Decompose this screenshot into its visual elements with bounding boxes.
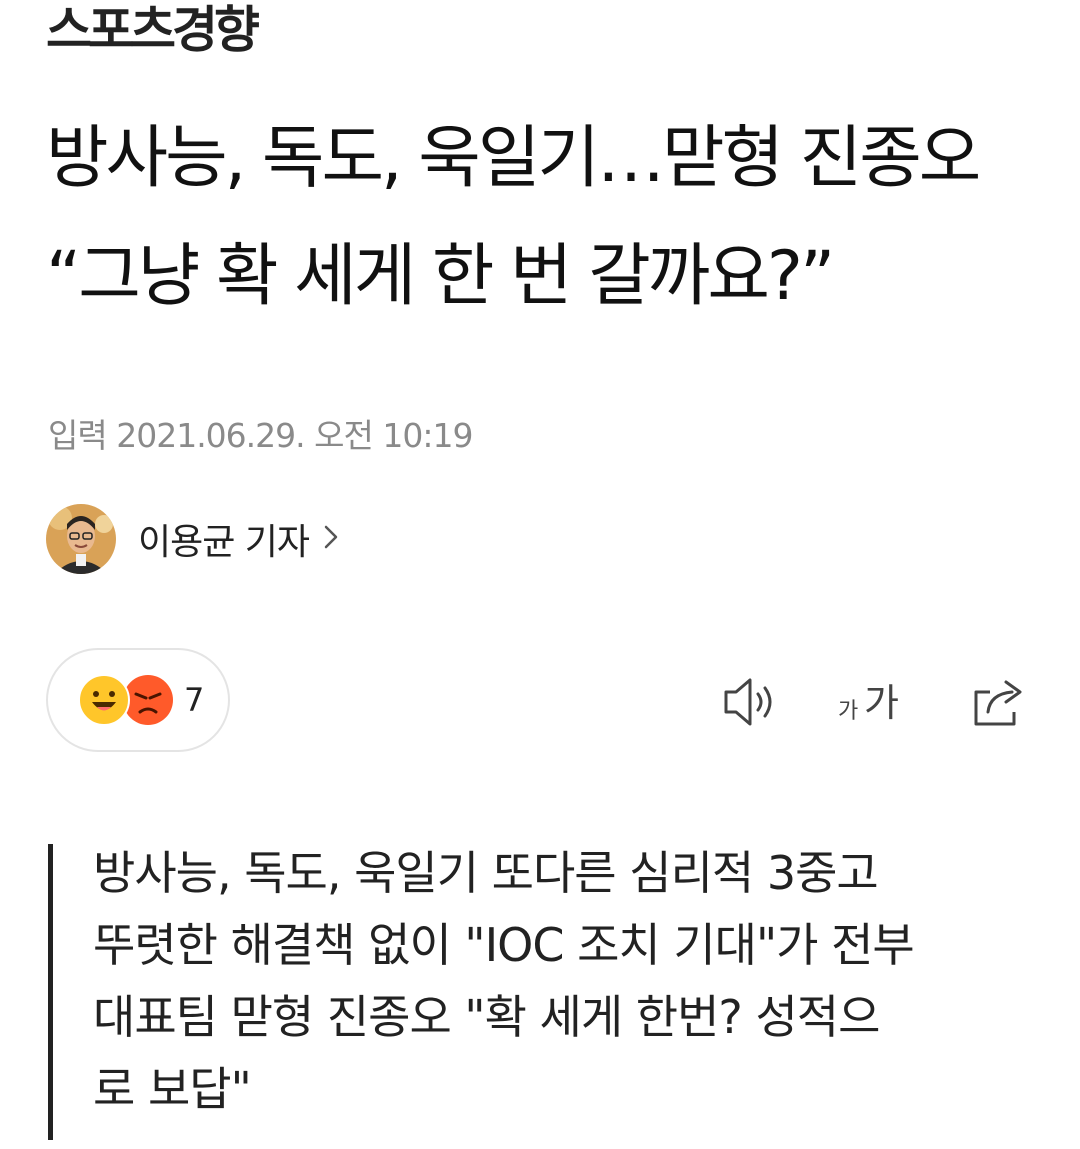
- svg-text:가: 가: [864, 681, 899, 725]
- author-byline[interactable]: 이용균 기자: [46, 503, 339, 575]
- article-summary: 방사능, 독도, 욱일기 또다른 심리적 3중고 뚜렷한 해결책 없이 "IOC…: [48, 844, 1048, 1140]
- brand-logo[interactable]: 스포츠경향: [46, 0, 260, 60]
- reaction-button[interactable]: 7: [46, 648, 230, 752]
- font-size-icon[interactable]: 가 가: [838, 672, 912, 732]
- reaction-emojis: [78, 674, 178, 726]
- share-icon[interactable]: [968, 672, 1028, 732]
- published-timestamp: 입력 2021.06.29. 오전 10:19: [48, 416, 473, 455]
- smile-emoji-icon: [78, 674, 130, 726]
- reaction-count: 7: [184, 681, 205, 719]
- author-avatar: [46, 504, 116, 574]
- svg-text:가: 가: [838, 699, 858, 724]
- author-name[interactable]: 이용균 기자: [138, 513, 310, 565]
- chevron-right-icon: [323, 523, 339, 555]
- article-headline: 방사능, 독도, 욱일기…맏형 진종오 “그냥 확 세게 한 번 갈까요?”: [46, 119, 981, 316]
- audio-icon[interactable]: [720, 672, 780, 732]
